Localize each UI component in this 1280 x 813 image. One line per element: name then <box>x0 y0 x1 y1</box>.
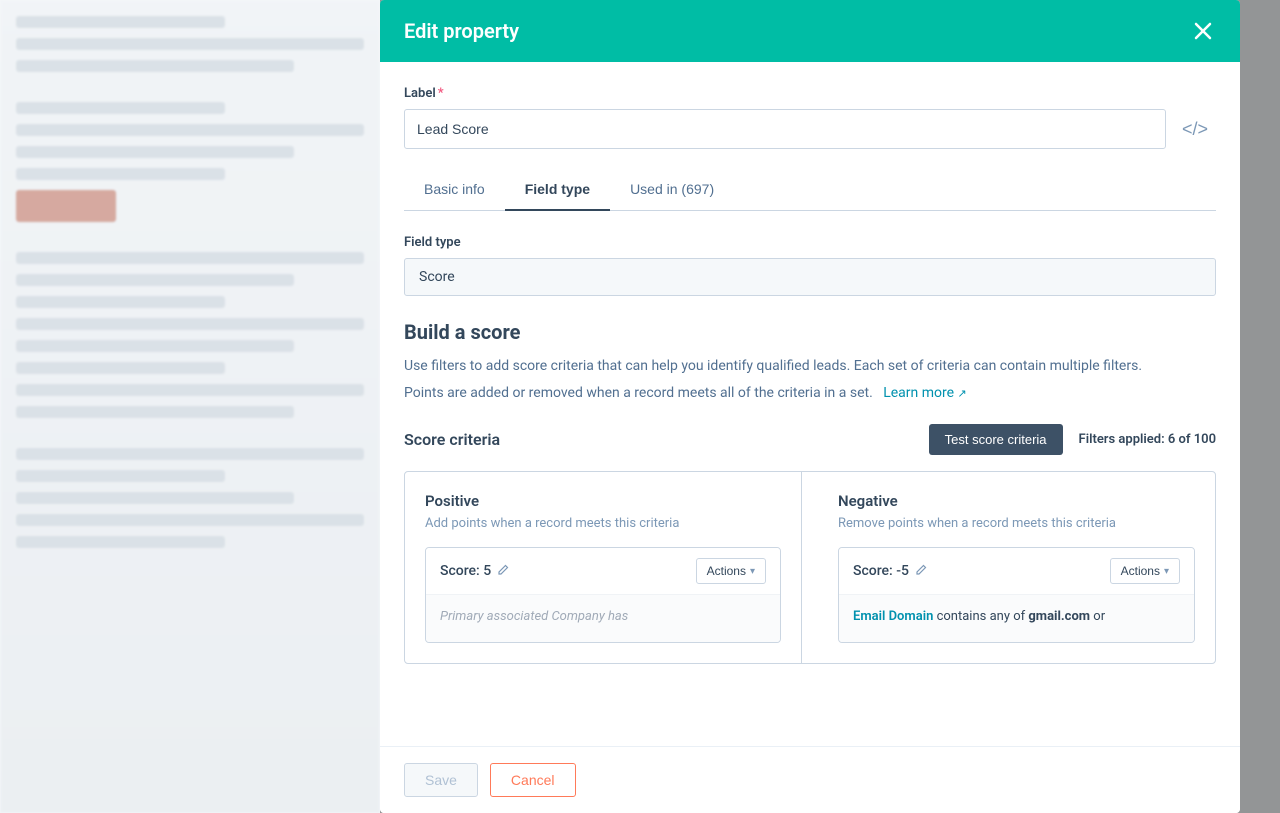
positive-column: Positive Add points when a record meets … <box>405 472 802 663</box>
tab-field-type[interactable]: Field type <box>505 169 610 211</box>
bg-row <box>16 38 364 50</box>
close-button[interactable] <box>1190 18 1216 44</box>
bg-row <box>16 296 225 308</box>
modal-footer: Save Cancel <box>380 746 1240 813</box>
bg-row <box>16 448 364 460</box>
negative-score-item: Score: -5 Actions <box>838 547 1195 643</box>
positive-score-value-row: Score: 5 <box>440 563 509 579</box>
bg-row <box>16 492 294 504</box>
test-score-criteria-button[interactable]: Test score criteria <box>929 424 1063 455</box>
bg-row <box>16 536 225 548</box>
bg-row <box>16 60 294 72</box>
bg-row <box>16 16 225 28</box>
negative-description: Remove points when a record meets this c… <box>838 516 1195 531</box>
code-icon: </> <box>1182 119 1208 139</box>
bg-row <box>16 340 294 352</box>
negative-score-value: Score: -5 <box>853 563 909 579</box>
negative-score-header: Score: -5 Actions <box>839 548 1194 594</box>
external-link-icon: ↗ <box>958 387 967 400</box>
positive-score-header: Score: 5 Actions <box>426 548 780 594</box>
build-score-section: Build a score Use filters to add score c… <box>404 320 1216 404</box>
bg-row <box>16 406 294 418</box>
build-score-desc-1: Use filters to add score criteria that c… <box>404 356 1216 377</box>
label-field-label: Label* <box>404 86 1216 101</box>
negative-title: Negative <box>838 492 1195 510</box>
tab-used-in[interactable]: Used in (697) <box>610 169 734 211</box>
score-criteria-row: Score criteria Test score criteria Filte… <box>404 424 1216 455</box>
score-criteria-label: Score criteria <box>404 430 500 449</box>
cancel-button[interactable]: Cancel <box>490 763 576 797</box>
build-score-title: Build a score <box>404 320 1216 344</box>
filters-applied-count: Filters applied: 6 of 100 <box>1079 432 1216 447</box>
bg-row <box>16 168 225 180</box>
code-embed-button[interactable]: </> <box>1174 115 1216 144</box>
negative-score-value-row: Score: -5 <box>853 563 927 579</box>
positive-criteria-content: Primary associated Company has <box>426 594 780 642</box>
label-input-row: </> <box>404 109 1216 149</box>
email-domain-link[interactable]: Email Domain <box>853 609 937 624</box>
bg-row <box>16 252 364 264</box>
edit-property-modal: Edit property Label* </> <box>380 0 1240 813</box>
criteria-value-gmail: gmail.com <box>1028 609 1090 624</box>
close-icon <box>1194 22 1212 40</box>
positive-actions-button[interactable]: Actions <box>696 558 766 584</box>
label-section: Label* </> <box>404 86 1216 149</box>
build-score-desc-2: Points are added or removed when a recor… <box>404 383 1216 404</box>
background-overlay <box>0 0 380 813</box>
bg-row <box>16 124 364 136</box>
negative-column: Negative Remove points when a record mee… <box>818 472 1215 663</box>
bg-row <box>16 318 364 330</box>
pencil-icon <box>915 564 927 576</box>
tab-basic-info[interactable]: Basic info <box>404 169 505 211</box>
save-button[interactable]: Save <box>404 763 478 797</box>
field-type-label: Field type <box>404 235 1216 250</box>
bg-row <box>16 470 225 482</box>
bg-btn <box>16 190 116 222</box>
positive-score-item: Score: 5 Actions <box>425 547 781 643</box>
learn-more-link[interactable]: Learn more ↗ <box>880 385 967 401</box>
bg-row <box>16 384 364 396</box>
bg-row <box>16 102 225 114</box>
negative-criteria-text: Email Domain contains any of gmail.com o… <box>853 609 1105 624</box>
positive-criteria-text: Primary associated Company has <box>440 609 628 624</box>
modal-backdrop: Edit property Label* </> <box>380 0 1280 813</box>
label-input[interactable] <box>404 109 1166 149</box>
score-columns: Positive Add points when a record meets … <box>404 471 1216 664</box>
bg-row <box>16 146 294 158</box>
tabs-row: Basic info Field type Used in (697) <box>404 169 1216 211</box>
positive-title: Positive <box>425 492 781 510</box>
positive-edit-icon[interactable] <box>497 564 509 579</box>
positive-score-value: Score: 5 <box>440 563 491 579</box>
bg-row <box>16 362 225 374</box>
bg-row <box>16 514 364 526</box>
modal-body: Label* </> Basic info Field type <box>380 62 1240 746</box>
bg-row <box>16 274 294 286</box>
negative-edit-icon[interactable] <box>915 564 927 579</box>
field-type-section: Field type Score <box>404 235 1216 296</box>
modal-header: Edit property <box>380 0 1240 62</box>
modal-title: Edit property <box>404 19 519 43</box>
pencil-icon <box>497 564 509 576</box>
negative-criteria-content: Email Domain contains any of gmail.com o… <box>839 594 1194 642</box>
bottom-spacer <box>404 664 1216 684</box>
score-criteria-right: Test score criteria Filters applied: 6 o… <box>929 424 1216 455</box>
required-indicator: * <box>438 86 444 101</box>
positive-description: Add points when a record meets this crit… <box>425 516 781 531</box>
field-type-value: Score <box>404 258 1216 296</box>
negative-actions-button[interactable]: Actions <box>1110 558 1180 584</box>
